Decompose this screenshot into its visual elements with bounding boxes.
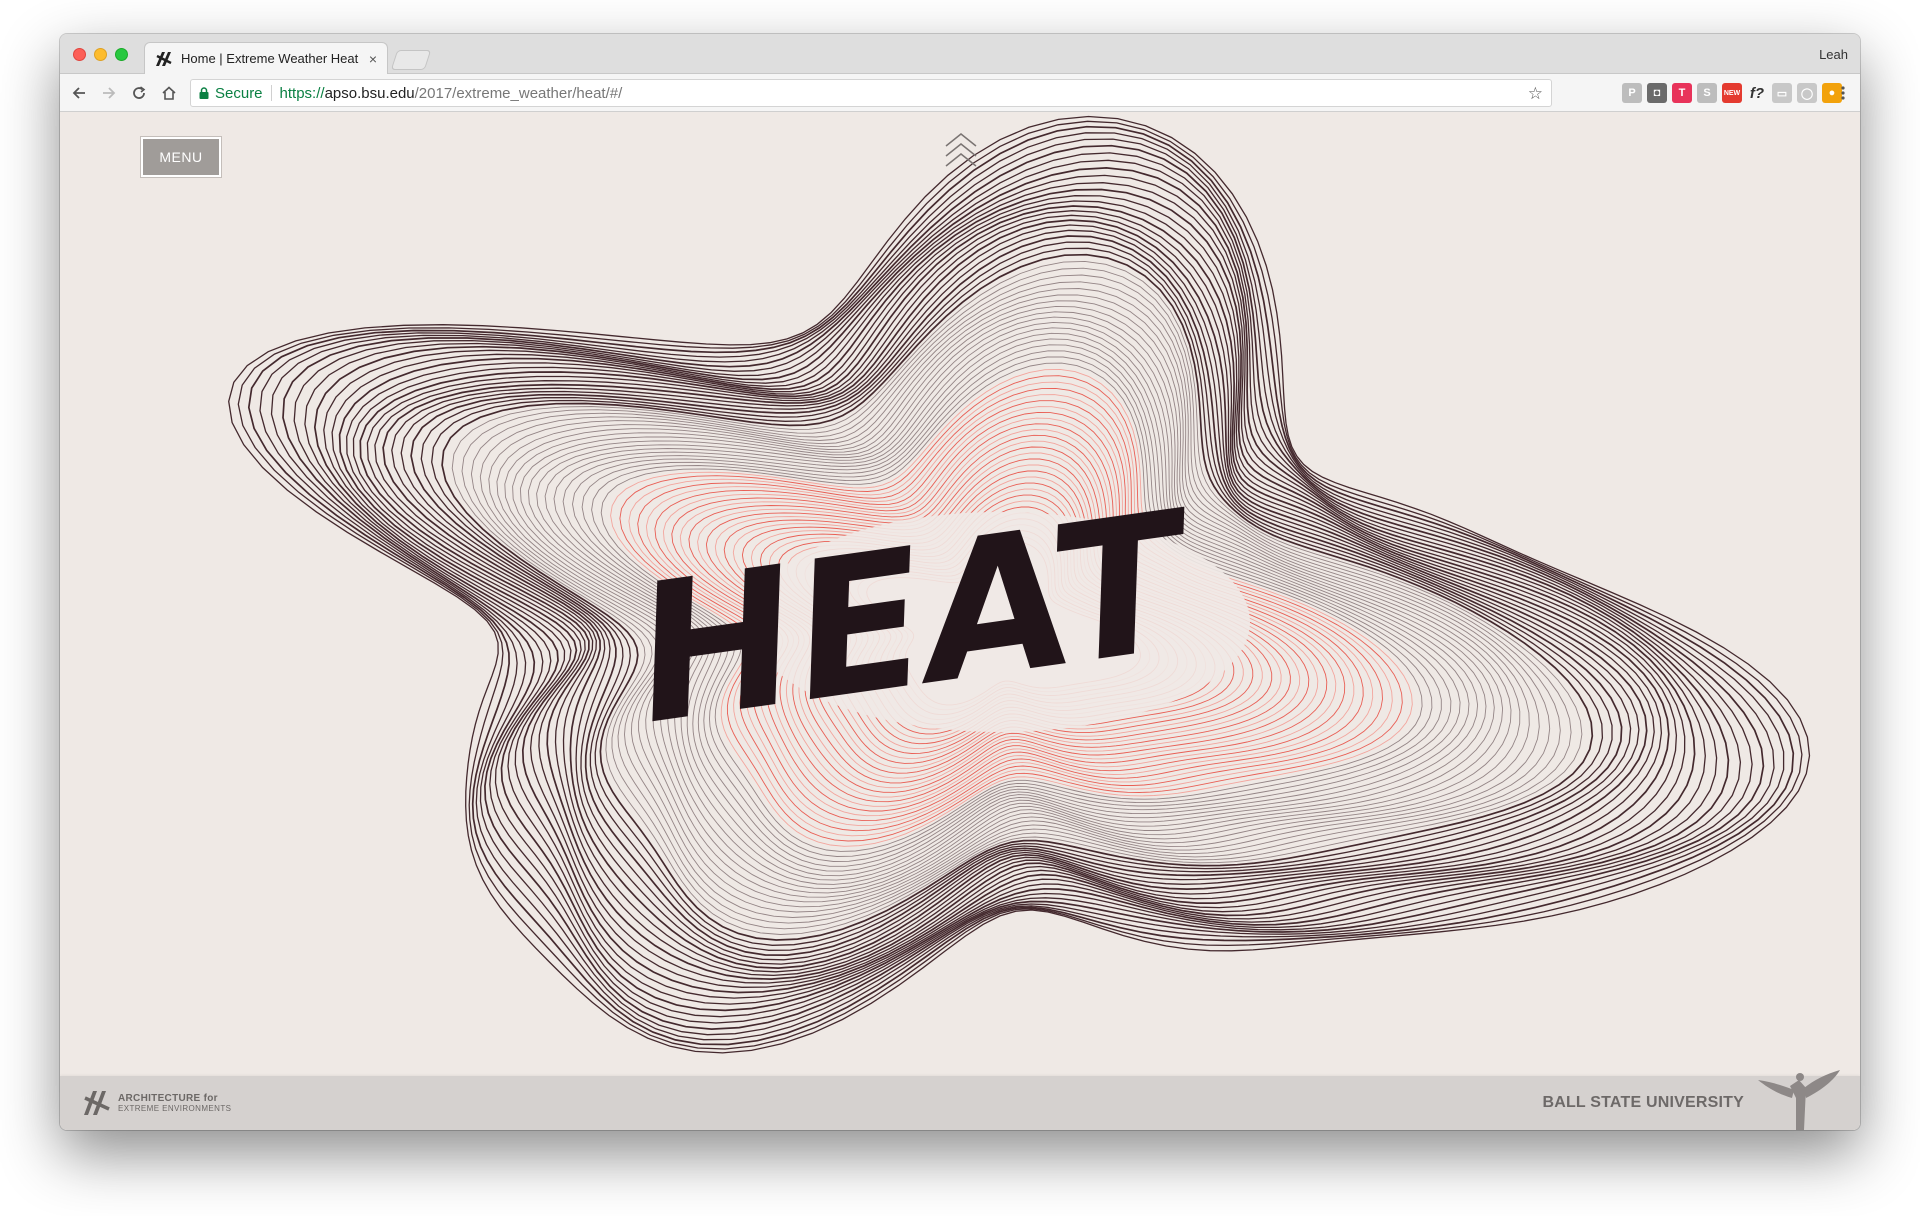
- forward-icon[interactable]: [98, 82, 120, 104]
- bsu-wordmark[interactable]: BALL STATE UNIVERSITY: [1542, 1094, 1744, 1112]
- profile-name[interactable]: Leah: [1819, 47, 1848, 62]
- pocket-extension-icon[interactable]: ◘: [1647, 83, 1667, 103]
- address-separator: [270, 85, 272, 101]
- window-controls: [73, 48, 128, 61]
- tab-strip: Home | Extreme Weather Heat × Leah: [60, 34, 1860, 74]
- url-scheme: https://: [279, 84, 325, 102]
- browser-toolbar: Secure https://apso.bsu.edu/2017/extreme…: [60, 74, 1860, 112]
- maximize-window-button[interactable]: [115, 48, 128, 61]
- beneficence-statue-icon: [1758, 1070, 1840, 1130]
- close-window-button[interactable]: [73, 48, 86, 61]
- secure-label: Secure: [215, 84, 263, 102]
- back-icon[interactable]: [68, 82, 90, 104]
- home-icon[interactable]: [158, 82, 180, 104]
- s-extension-icon[interactable]: S: [1697, 83, 1717, 103]
- url-host: apso.bsu.edu: [324, 84, 415, 102]
- hero-word: HEAT: [633, 469, 1186, 770]
- grey-extension-icon[interactable]: ▭: [1772, 83, 1792, 103]
- circle-extension-icon[interactable]: ◯: [1797, 83, 1817, 103]
- aee-logo-icon: [84, 1091, 110, 1115]
- p-extension-icon[interactable]: P: [1622, 83, 1642, 103]
- page-footer: ARCHITECTURE for EXTREME ENVIRONMENTS BA…: [60, 1070, 1860, 1130]
- reload-icon[interactable]: [128, 82, 150, 104]
- tmetric-extension-icon[interactable]: T: [1672, 83, 1692, 103]
- aee-logo-line1: ARCHITECTURE for: [118, 1093, 218, 1104]
- heat-line-art: HEAT: [228, 115, 1811, 1054]
- aee-logo-line2: EXTREME ENVIRONMENTS: [118, 1104, 232, 1113]
- page-content: HEAT MENU ARCHITECTURE for EXTREME ENVIR…: [60, 112, 1860, 1130]
- browser-window: Home | Extreme Weather Heat × Leah Secur…: [60, 34, 1860, 1130]
- new-badge-extension-icon[interactable]: NEW: [1722, 83, 1742, 103]
- tab-home[interactable]: Home | Extreme Weather Heat ×: [144, 42, 388, 74]
- tab-close-icon[interactable]: ×: [369, 51, 377, 67]
- menu-button[interactable]: MENU: [141, 137, 221, 177]
- bookmark-star-icon[interactable]: ☆: [1528, 84, 1543, 104]
- tab-title: Home | Extreme Weather Heat: [181, 51, 359, 66]
- lock-icon: [199, 87, 209, 99]
- new-tab-button[interactable]: [390, 50, 432, 70]
- aee-logo[interactable]: ARCHITECTURE for EXTREME ENVIRONMENTS: [82, 1090, 231, 1116]
- scroll-up-chevron-icon[interactable]: [943, 132, 979, 172]
- address-bar[interactable]: Secure https://apso.bsu.edu/2017/extreme…: [190, 79, 1552, 107]
- site-logo-icon: [156, 51, 172, 66]
- whatfont-extension-icon[interactable]: f?: [1747, 83, 1767, 103]
- minimize-window-button[interactable]: [94, 48, 107, 61]
- url-path: /2017/extreme_weather/heat/#/: [414, 84, 623, 102]
- chrome-menu-icon[interactable]: [1832, 82, 1854, 104]
